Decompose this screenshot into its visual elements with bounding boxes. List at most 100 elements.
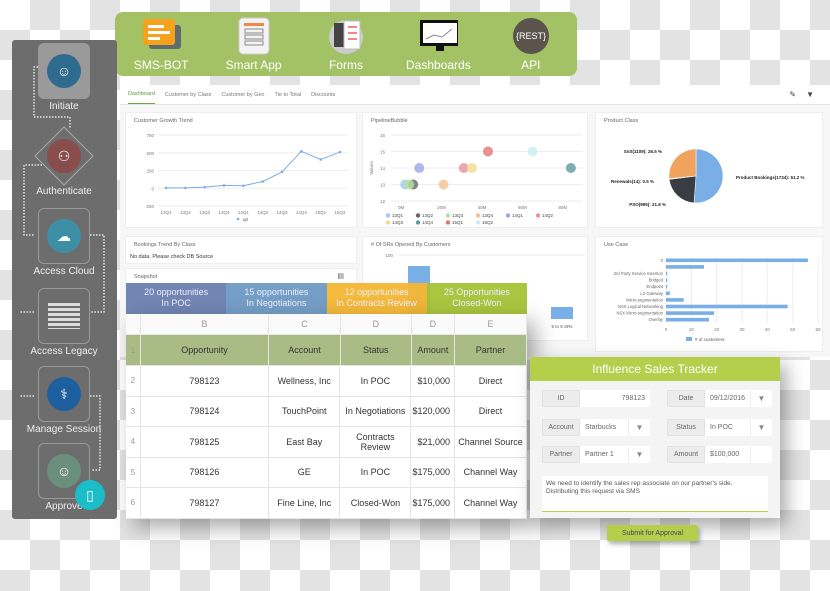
opp-closed-won[interactable]: 25 Opportunities Closed-Won xyxy=(426,283,527,314)
table-cell[interactable]: Channel Source xyxy=(455,427,527,457)
data-point xyxy=(242,184,245,188)
table-cell[interactable]: East Bay xyxy=(269,427,341,457)
toolbar-sms-bot[interactable]: SMS-BOT xyxy=(121,17,201,72)
toolbar-smart-app[interactable]: Smart App xyxy=(214,17,294,72)
field-value[interactable]: Partner 1 xyxy=(580,446,628,463)
chevron-down-icon[interactable]: ▼ xyxy=(628,446,650,463)
field-value[interactable]: 09/12/2016 xyxy=(704,390,751,407)
column-header[interactable]: Partner xyxy=(455,335,527,365)
submit-for-approval-button[interactable]: Submit for Approval xyxy=(607,525,698,541)
table-cell[interactable]: $120,000 xyxy=(411,396,455,426)
row-number xyxy=(126,314,141,334)
table-cell[interactable]: 798123 xyxy=(141,366,270,396)
table-cell[interactable]: In POC xyxy=(340,366,412,396)
opp-contracts-review[interactable]: 12 opportunities In Contracts Review xyxy=(326,283,427,314)
x-tick-label: 40M xyxy=(478,205,487,210)
table-cell[interactable]: $175,000 xyxy=(411,488,455,518)
opp-in-poc[interactable]: 20 opportunities In POC xyxy=(126,283,227,314)
table-cell[interactable]: 798127 xyxy=(141,488,270,518)
column-letter: D xyxy=(341,314,412,334)
table-cell[interactable]: Closed-Won xyxy=(340,488,412,518)
export-icon[interactable]: ▤ xyxy=(337,272,344,280)
table-cell[interactable]: 798124 xyxy=(141,396,270,426)
column-header[interactable]: Account xyxy=(269,335,341,365)
note-textarea[interactable]: We need to identify the sales rep associ… xyxy=(542,476,768,512)
step-initiate[interactable]: ☺ Initiate xyxy=(34,43,94,112)
field-value[interactable]: $100,000 xyxy=(705,446,750,463)
table-cell[interactable]: $10,000 xyxy=(411,366,455,396)
toolbar-forms[interactable]: Forms xyxy=(306,17,386,72)
column-header[interactable]: Amount xyxy=(412,335,455,365)
step-frame: ⚕ xyxy=(38,366,90,422)
legend-marker xyxy=(445,213,451,218)
toolbar-api[interactable]: {REST} API xyxy=(491,17,571,72)
id-field[interactable]: ID 798123 xyxy=(542,390,650,407)
column-header[interactable]: Status xyxy=(341,335,412,365)
step-label: Initiate xyxy=(49,101,79,112)
data-point xyxy=(164,186,168,190)
step-access-legacy[interactable]: Access Legacy xyxy=(30,288,98,357)
status-field[interactable]: Status In POC ▼ xyxy=(667,419,772,436)
approver-icon: ☺ xyxy=(47,454,81,488)
table-cell[interactable]: Channel Way xyxy=(455,457,527,487)
table-cell[interactable]: In Negotiations xyxy=(340,396,412,426)
filter-icon[interactable]: ▼ xyxy=(806,90,814,99)
table-cell[interactable]: Contracts Review xyxy=(340,427,412,457)
table-cell[interactable]: $21,000 xyxy=(411,427,455,457)
tab-customer-by-geo[interactable]: Customer by Geo xyxy=(221,92,264,98)
chevron-down-icon[interactable]: ▼ xyxy=(628,419,650,436)
field-value[interactable]: Starbucks xyxy=(580,419,628,436)
y-tick-label: 3rd Party Service Insertion xyxy=(614,271,664,276)
tab-dashboard[interactable]: Dashboard xyxy=(128,85,155,104)
step-frame: ☁ xyxy=(38,208,90,264)
table-cell[interactable]: Wellness, Inc xyxy=(269,366,341,396)
table-cell[interactable]: In POC xyxy=(340,457,412,487)
table-cell[interactable]: GE xyxy=(269,457,341,487)
table-cell[interactable]: Direct xyxy=(455,396,527,426)
amount-field[interactable]: Amount $100,000 xyxy=(667,446,772,463)
table-row: 5 798126 GE In POC $175,000 Channel Way xyxy=(126,457,527,488)
opp-in-negotiations[interactable]: 15 opportunities In Negotiations xyxy=(226,283,327,314)
legend-label: 13Q4 xyxy=(482,213,494,218)
x-tick-label: 15Q2 xyxy=(334,210,346,215)
edit-icon[interactable]: ✎ xyxy=(789,90,796,99)
series-line xyxy=(166,150,341,189)
table-cell[interactable]: Direct xyxy=(455,366,527,396)
chevron-down-icon[interactable]: ▼ xyxy=(750,419,772,436)
step-approve[interactable]: ☺ ▯ Approve xyxy=(34,443,105,512)
field-value[interactable]: In POC xyxy=(705,419,750,436)
rest-icon-text: {REST} xyxy=(516,31,546,41)
bar xyxy=(666,271,668,276)
step-manage-session[interactable]: ⚕ Manage Session xyxy=(27,366,101,435)
table-cell[interactable]: $175,000 xyxy=(411,457,455,487)
table-cell[interactable]: Fine Line, Inc xyxy=(269,488,341,518)
table-cell[interactable]: TouchPoint xyxy=(269,396,341,426)
table-cell[interactable]: 798125 xyxy=(141,427,270,457)
opp-count: 25 Opportunities xyxy=(443,287,510,297)
bubble xyxy=(404,179,415,190)
toolbar-label: Forms xyxy=(328,58,363,72)
bubble xyxy=(438,179,449,190)
bubble xyxy=(527,146,538,157)
tab-customer-by-class[interactable]: Customer by Class xyxy=(165,92,211,98)
field-value[interactable]: 798123 xyxy=(580,390,650,407)
bubble xyxy=(565,163,576,173)
step-access-cloud[interactable]: ☁ Access Cloud xyxy=(33,208,95,277)
dashboard-tabs: Dashboard Customer by Class Customer by … xyxy=(120,85,830,105)
step-frame xyxy=(38,288,90,344)
date-field[interactable]: Date 09/12/2016 ▼ xyxy=(667,390,772,407)
data-point xyxy=(319,158,322,161)
toolbar-label: API xyxy=(521,58,541,72)
tab-discounts[interactable]: Discounts xyxy=(311,92,335,98)
x-tick-label: 13Q3 xyxy=(199,210,211,215)
table-cell[interactable]: Channel Way xyxy=(455,488,527,518)
step-authenticate[interactable]: ⚇ Authenticate xyxy=(34,126,94,197)
table-cell[interactable]: 798126 xyxy=(141,457,270,487)
column-header[interactable]: Opportunity xyxy=(141,335,270,365)
account-field[interactable]: Account Starbucks ▼ xyxy=(542,419,650,436)
chevron-down-icon[interactable]: ▼ xyxy=(750,390,772,407)
tab-tie-to-total[interactable]: Tie to Total xyxy=(275,92,302,98)
partner-field[interactable]: Partner Partner 1 ▼ xyxy=(542,446,650,463)
toolbar-dashboards[interactable]: Dashboards xyxy=(398,17,478,72)
chart-title: Snapshot xyxy=(134,274,158,280)
